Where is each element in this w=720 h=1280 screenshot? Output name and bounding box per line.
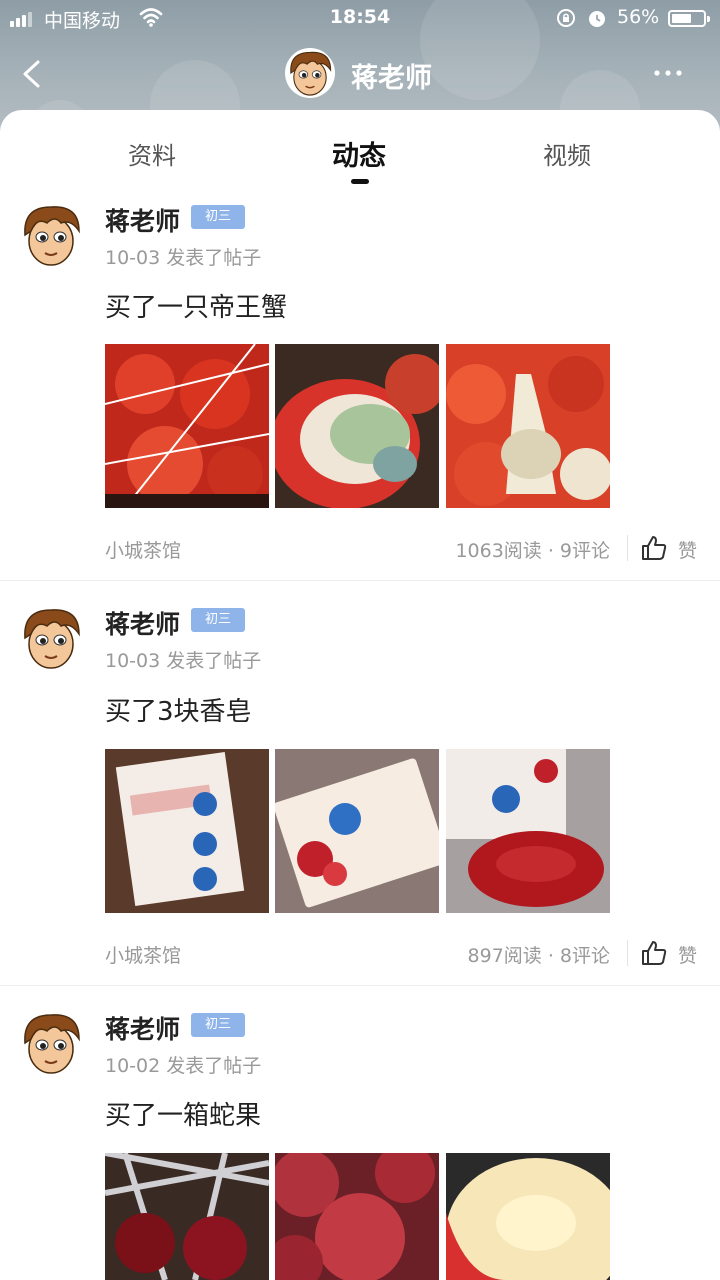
forum-name[interactable]: 小城茶馆 [105, 941, 181, 968]
battery-percentage: 56% [617, 6, 660, 28]
forum-name[interactable]: 小城茶馆 [105, 536, 181, 563]
post-text[interactable]: 买了一箱蛇果 [105, 1095, 261, 1132]
author-name[interactable]: 蒋老师 [105, 605, 180, 641]
tab-videos[interactable]: 视频 [543, 136, 591, 171]
post-image[interactable] [446, 749, 610, 913]
alarm-icon [589, 11, 605, 27]
divider [627, 535, 628, 561]
header-avatar[interactable] [285, 48, 335, 98]
battery-icon [668, 10, 710, 27]
author-avatar[interactable] [17, 201, 85, 269]
post-meta: 10-03 发表了帖子 [105, 247, 262, 269]
post-image[interactable] [275, 749, 439, 913]
grade-badge: 初三 [191, 608, 245, 632]
like-label[interactable]: 赞 [678, 941, 697, 968]
post-divider [0, 580, 720, 581]
more-horizontal-icon[interactable] [648, 60, 688, 86]
post-meta: 10-02 发表了帖子 [105, 1055, 262, 1077]
post-image[interactable] [446, 1153, 610, 1280]
author-name[interactable]: 蒋老师 [105, 1010, 180, 1046]
thumbs-up-icon[interactable] [641, 940, 667, 966]
status-time: 18:54 [329, 6, 391, 28]
post-image[interactable] [275, 344, 439, 508]
rotation-lock-icon [557, 9, 575, 27]
profile-tabs: 资料 动态 视频 [0, 110, 720, 190]
page-title: 蒋老师 [351, 63, 432, 94]
thumbs-up-icon[interactable] [641, 535, 667, 561]
divider [627, 940, 628, 966]
grade-badge: 初三 [191, 205, 245, 229]
post-meta: 10-03 发表了帖子 [105, 650, 262, 672]
author-avatar[interactable] [17, 1009, 85, 1077]
post-image[interactable] [275, 1153, 439, 1280]
status-bar: 中国移动 18:54 56% [0, 0, 720, 36]
like-label[interactable]: 赞 [678, 536, 697, 563]
author-avatar[interactable] [17, 604, 85, 672]
post-image[interactable] [105, 1153, 269, 1280]
back-chevron-icon[interactable] [14, 52, 54, 96]
post-text[interactable]: 买了一只帝王蟹 [105, 287, 287, 324]
author-name[interactable]: 蒋老师 [105, 202, 180, 238]
active-tab-indicator [351, 179, 369, 184]
post-image[interactable] [105, 749, 269, 913]
post-image[interactable] [446, 344, 610, 508]
grade-badge: 初三 [191, 1013, 245, 1037]
post-divider [0, 985, 720, 986]
post-stats: 1063阅读 · 9评论 [455, 540, 610, 562]
post-image[interactable] [105, 344, 269, 508]
post-stats: 897阅读 · 8评论 [467, 945, 610, 967]
post-text[interactable]: 买了3块香皂 [105, 691, 252, 728]
tab-profile-info[interactable]: 资料 [128, 136, 176, 171]
tab-activity[interactable]: 动态 [332, 134, 386, 173]
